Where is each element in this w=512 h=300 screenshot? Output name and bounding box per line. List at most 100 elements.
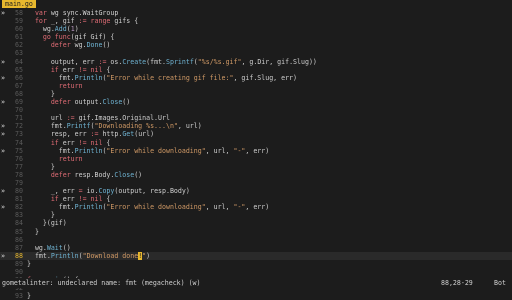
code-text: } bbox=[27, 260, 31, 268]
code-token: if bbox=[27, 65, 63, 74]
line-number: 79 bbox=[15, 178, 23, 187]
lint-sign-icon: » bbox=[1, 57, 5, 66]
code-line[interactable]: » 66 fmt.Println("Error while creating gi… bbox=[0, 74, 512, 82]
code-token: { bbox=[106, 65, 111, 74]
code-line[interactable]: » 58 var wg sync.WaitGroup bbox=[0, 9, 512, 17]
code-token: , g.Dir, gif.Slug)) bbox=[241, 57, 317, 66]
code-line[interactable]: 74 if err != nil { bbox=[0, 139, 512, 147]
code-line[interactable]: » 72 fmt.Printf("Downloading %s...\n", ur… bbox=[0, 122, 512, 130]
code-token: != nil bbox=[78, 65, 107, 74]
code-token: Close bbox=[114, 170, 135, 179]
code-line[interactable]: 93} bbox=[0, 292, 512, 300]
code-editor[interactable]: » 58 var wg sync.WaitGroup 59 for _, gif :… bbox=[0, 9, 512, 300]
code-token: output, err bbox=[27, 57, 99, 66]
code-line[interactable]: » 73 resp, err := http.Get(url) bbox=[0, 130, 512, 138]
code-line[interactable]: 87 wg.Wait() bbox=[0, 244, 512, 252]
code-line[interactable]: 62 defer wg.Done() bbox=[0, 41, 512, 49]
code-token: io. bbox=[86, 187, 99, 196]
line-number: 74 bbox=[15, 138, 23, 147]
code-text: } bbox=[27, 228, 39, 236]
code-line[interactable]: 71 url := gif.Images.Original.Url bbox=[0, 114, 512, 122]
code-line[interactable]: 60 wg.Add(1) bbox=[0, 25, 512, 33]
line-number: 77 bbox=[15, 162, 23, 171]
code-line[interactable]: 86 bbox=[0, 236, 512, 244]
code-token: Done bbox=[86, 41, 103, 50]
line-number: 71 bbox=[15, 114, 23, 123]
code-line[interactable]: 76 return bbox=[0, 155, 512, 163]
line-number: 72 bbox=[15, 122, 23, 131]
line-number: 65 bbox=[15, 65, 23, 74]
code-text: _, err = io.Copy(output, resp.Body) bbox=[27, 187, 190, 195]
code-token: wg. bbox=[27, 243, 47, 252]
lint-sign-icon: » bbox=[1, 187, 5, 196]
code-token: { bbox=[106, 195, 111, 204]
code-line[interactable]: » 88 fmt.Println("Download done!") bbox=[0, 251, 512, 260]
line-number: 87 bbox=[15, 243, 23, 252]
line-number: 61 bbox=[15, 33, 23, 42]
code-line[interactable]: 77 } bbox=[0, 163, 512, 171]
code-token: defer bbox=[27, 41, 75, 50]
code-token: resp, err bbox=[27, 130, 91, 139]
code-text: resp, err := http.Get(url) bbox=[27, 130, 154, 138]
code-line[interactable]: 83 } bbox=[0, 211, 512, 219]
code-line[interactable]: 84 }(gif) bbox=[0, 219, 512, 227]
code-line[interactable]: » 75 fmt.Println("Error while downloading… bbox=[0, 147, 512, 155]
code-line[interactable]: » 82 fmt.Println("Error while downloading… bbox=[0, 203, 512, 211]
code-token: output. bbox=[74, 98, 103, 107]
code-line[interactable]: 67 return bbox=[0, 82, 512, 90]
code-token: != nil bbox=[78, 195, 107, 204]
code-line[interactable]: » 64 output, err := os.Create(fmt.Sprintf… bbox=[0, 58, 512, 66]
code-line[interactable]: 59 for _, gif := range gifs { bbox=[0, 17, 512, 25]
code-token: if bbox=[27, 138, 63, 147]
code-line[interactable]: 89} bbox=[0, 260, 512, 268]
code-line[interactable]: 63 bbox=[0, 49, 512, 57]
code-text: wg.Wait() bbox=[27, 244, 71, 252]
code-token: "Downloading %s...\n" bbox=[94, 122, 178, 131]
code-line[interactable]: 65 if err != nil { bbox=[0, 66, 512, 74]
code-line[interactable]: 81 if err != nil { bbox=[0, 195, 512, 203]
code-text: if err != nil { bbox=[27, 195, 111, 204]
code-token: := range bbox=[78, 17, 115, 26]
code-line[interactable]: 61 go func(gif Gif) { bbox=[0, 33, 512, 41]
code-line[interactable]: » 69 defer output.Close() bbox=[0, 98, 512, 106]
code-token: Printf bbox=[66, 122, 91, 131]
code-text: defer output.Close() bbox=[27, 98, 130, 106]
code-text: defer wg.Done() bbox=[27, 41, 111, 50]
lint-sign-icon: » bbox=[1, 203, 5, 212]
code-token: , err) bbox=[245, 203, 270, 212]
line-number: 82 bbox=[15, 203, 23, 212]
line-number: 86 bbox=[15, 235, 23, 244]
code-line[interactable]: 79 bbox=[0, 179, 512, 187]
code-line[interactable]: 90 bbox=[0, 268, 512, 276]
code-token: Get bbox=[122, 130, 135, 139]
lint-sign-icon: » bbox=[1, 98, 5, 107]
code-token: () bbox=[62, 243, 71, 252]
code-token: wg. bbox=[27, 25, 55, 34]
code-text: output, err := os.Create(fmt.Sprintf("%s… bbox=[27, 58, 317, 66]
code-token: go func bbox=[27, 33, 71, 42]
code-token: () bbox=[134, 170, 143, 179]
code-line[interactable]: » 80 _, err = io.Copy(output, resp.Body) bbox=[0, 187, 512, 195]
code-token: var bbox=[27, 9, 51, 17]
code-token: wg sync.WaitGroup bbox=[50, 9, 119, 17]
code-token: return bbox=[27, 154, 83, 163]
line-number: 84 bbox=[15, 219, 23, 228]
code-token: (gif Gif) { bbox=[70, 33, 115, 42]
code-line[interactable]: 70 bbox=[0, 106, 512, 114]
code-token: (output, resp.Body) bbox=[114, 187, 190, 196]
code-text: fmt.Println("Error while creating gif fi… bbox=[27, 74, 297, 82]
code-line[interactable]: 68 } bbox=[0, 90, 512, 98]
line-number: 88 bbox=[15, 251, 23, 260]
code-token: fmt. bbox=[27, 73, 75, 82]
code-token: } bbox=[27, 259, 31, 268]
code-token: != nil bbox=[78, 138, 107, 147]
code-token: Println bbox=[74, 146, 103, 155]
code-token: }(gif) bbox=[27, 219, 67, 228]
code-line[interactable]: 78 defer resp.Body.Close() bbox=[0, 171, 512, 179]
tab-main-go[interactable]: main.go bbox=[2, 0, 36, 8]
line-number: 67 bbox=[15, 81, 23, 90]
line-number: 63 bbox=[15, 49, 23, 58]
code-line[interactable]: 85 } bbox=[0, 228, 512, 236]
code-token: for bbox=[27, 17, 51, 26]
code-text: }(gif) bbox=[27, 219, 67, 227]
